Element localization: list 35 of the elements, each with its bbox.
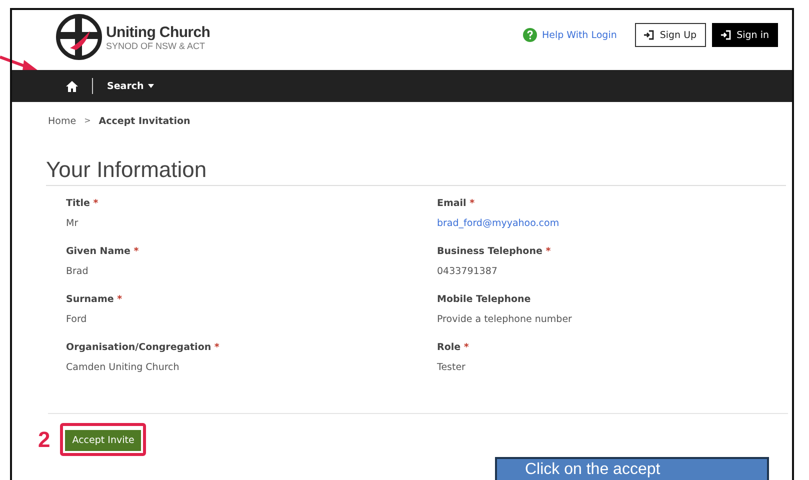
step-number: 2 [38, 426, 50, 452]
callout-box: Click on the accept [495, 457, 769, 480]
field-label: Title * [66, 198, 100, 209]
field-label: Given Name * [66, 246, 140, 257]
help-icon [522, 28, 537, 42]
field-value: Ford [66, 314, 88, 325]
help-link[interactable]: Help With Login [542, 30, 617, 40]
field-value: Provide a telephone number [437, 314, 573, 325]
search-menu[interactable]: Search [107, 80, 154, 92]
field-label: Business Telephone * [437, 246, 552, 257]
logo-icon [56, 14, 102, 60]
caret-icon [148, 84, 154, 88]
field-label: Email * [437, 198, 476, 209]
accept-invite-button[interactable]: Accept Invite [65, 430, 142, 451]
logo-subtitle: SYNOD OF NSW & ACT [106, 40, 206, 50]
sign-in-button[interactable]: Sign in [712, 23, 778, 47]
field-value: Camden Uniting Church [66, 362, 180, 373]
breadcrumb-separator: > [84, 116, 91, 127]
field-label: Organisation/Congregation * [66, 342, 220, 353]
breadcrumb-item[interactable]: Home [48, 116, 76, 127]
field-label: Surname * [66, 294, 124, 305]
sign-in-icon [644, 30, 654, 40]
breadcrumb-item: Accept Invitation [98, 116, 190, 127]
home-icon[interactable] [66, 80, 78, 92]
field-value: Tester [437, 362, 466, 373]
field-label: Role * [437, 342, 470, 353]
email-link[interactable]: brad_ford@myyahoo.com [437, 218, 792, 229]
sign-in-icon [720, 30, 731, 40]
logo-name: Uniting Church [106, 24, 210, 40]
field-value: Mr [66, 218, 80, 229]
field-label: Mobile Telephone [437, 294, 532, 305]
sign-up-button[interactable]: Sign Up [634, 23, 706, 47]
section-title: Your Information [46, 157, 786, 186]
field-value: 0433791387 [437, 266, 498, 277]
field-value: Brad [66, 266, 90, 277]
